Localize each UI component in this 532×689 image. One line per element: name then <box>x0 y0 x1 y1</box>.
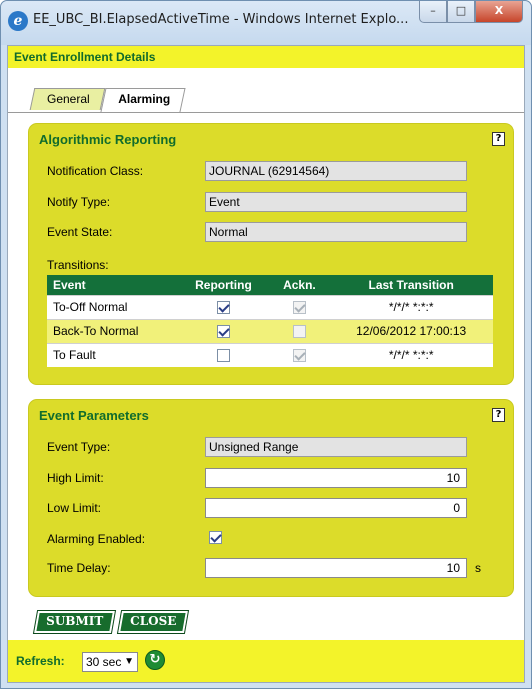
refresh-interval-select[interactable]: 30 sec ▼ <box>82 652 138 672</box>
chevron-down-icon: ▼ <box>124 656 134 667</box>
window-title: EE_UBC_BI.ElapsedActiveTime - Windows In… <box>33 12 409 27</box>
time-delay-input[interactable]: 10 <box>205 558 467 578</box>
maximize-button[interactable]: □ <box>447 1 475 23</box>
event-type-field: Unsigned Range <box>205 437 467 457</box>
minimize-button[interactable]: – <box>419 1 447 23</box>
close-window-button[interactable]: X <box>475 1 523 23</box>
notification-class-field: JOURNAL (62914564) <box>205 161 467 181</box>
event-state-label: Event State: <box>47 225 113 239</box>
column-header-reporting: Reporting <box>177 275 270 295</box>
submit-button-label: SUBMIT <box>46 614 104 628</box>
help-icon[interactable]: ? <box>492 132 505 146</box>
column-header-event: Event <box>47 275 178 295</box>
page-content: Event Enrollment Details General Alarmin… <box>7 45 525 683</box>
window-controls: – □ X <box>419 1 523 25</box>
tab-alarming-label: Alarming <box>117 92 170 106</box>
notify-type-label: Notify Type: <box>47 195 111 209</box>
refresh-interval-value: 30 sec <box>86 655 122 669</box>
event-type-label: Event Type: <box>47 440 111 454</box>
tab-divider <box>8 112 524 113</box>
low-limit-label: Low Limit: <box>47 501 102 515</box>
refresh-icon[interactable]: ↻ <box>145 650 165 670</box>
row-event-name: Back-To Normal <box>47 318 178 343</box>
reporting-checkbox[interactable] <box>216 349 230 363</box>
page-title: Event Enrollment Details <box>8 46 524 68</box>
help-icon[interactable]: ? <box>492 408 505 422</box>
title-bar: e EE_UBC_BI.ElapsedActiveTime - Windows … <box>1 1 531 45</box>
column-header-last-transition: Last Transition <box>329 275 493 295</box>
column-header-ackn: Ackn. <box>269 275 330 295</box>
submit-button[interactable]: SUBMIT <box>33 610 117 634</box>
time-delay-label: Time Delay: <box>47 561 111 575</box>
row-last-transition: */*/* *:*:* <box>329 294 493 319</box>
event-parameters-panel: Event Parameters ? Event Type: Unsigned … <box>28 399 514 597</box>
high-limit-input[interactable]: 10 <box>205 468 467 488</box>
row-last-transition: */*/* *:*:* <box>329 342 493 367</box>
ackn-checkbox <box>292 349 306 363</box>
tab-strip: General Alarming <box>29 88 186 112</box>
transitions-table: Event Reporting Ackn. Last Transition To… <box>47 275 493 367</box>
table-row: Back-To Normal 12/06/2012 17:00:13 <box>47 318 493 343</box>
tab-general[interactable]: General <box>29 88 106 110</box>
event-state-field: Normal <box>205 222 467 242</box>
ie-icon: e <box>8 11 28 31</box>
close-button-label: CLOSE <box>130 614 177 628</box>
notification-class-label: Notification Class: <box>47 164 144 178</box>
close-button[interactable]: CLOSE <box>116 610 190 634</box>
algorithmic-reporting-panel: Algorithmic Reporting ? Notification Cla… <box>28 123 514 385</box>
row-event-name: To Fault <box>47 342 178 367</box>
main-area: General Alarming Algorithmic Reporting ?… <box>8 68 524 640</box>
notify-type-field: Event <box>205 192 467 212</box>
browser-window: e EE_UBC_BI.ElapsedActiveTime - Windows … <box>0 0 532 689</box>
ackn-checkbox <box>292 301 306 315</box>
event-parameters-title: Event Parameters <box>39 408 149 423</box>
row-last-transition: 12/06/2012 17:00:13 <box>329 318 493 343</box>
tab-alarming[interactable]: Alarming <box>100 88 186 112</box>
refresh-label: Refresh: <box>16 654 65 668</box>
reporting-checkbox[interactable] <box>216 325 230 339</box>
algorithmic-reporting-title: Algorithmic Reporting <box>39 132 177 147</box>
table-header-row: Event Reporting Ackn. Last Transition <box>47 275 493 295</box>
high-limit-label: High Limit: <box>47 471 104 485</box>
low-limit-input[interactable]: 0 <box>205 498 467 518</box>
table-row: To Fault */*/* *:*:* <box>47 342 493 367</box>
tab-general-label: General <box>47 92 90 106</box>
row-event-name: To-Off Normal <box>47 294 178 319</box>
time-delay-unit: s <box>475 561 481 575</box>
ackn-checkbox <box>292 325 306 339</box>
alarming-enabled-label: Alarming Enabled: <box>47 532 146 546</box>
alarming-enabled-checkbox[interactable] <box>209 531 222 544</box>
transitions-label: Transitions: <box>47 258 109 272</box>
reporting-checkbox[interactable] <box>216 301 230 315</box>
footer-bar: Refresh: 30 sec ▼ ↻ <box>8 640 524 682</box>
table-row: To-Off Normal */*/* *:*:* <box>47 294 493 319</box>
